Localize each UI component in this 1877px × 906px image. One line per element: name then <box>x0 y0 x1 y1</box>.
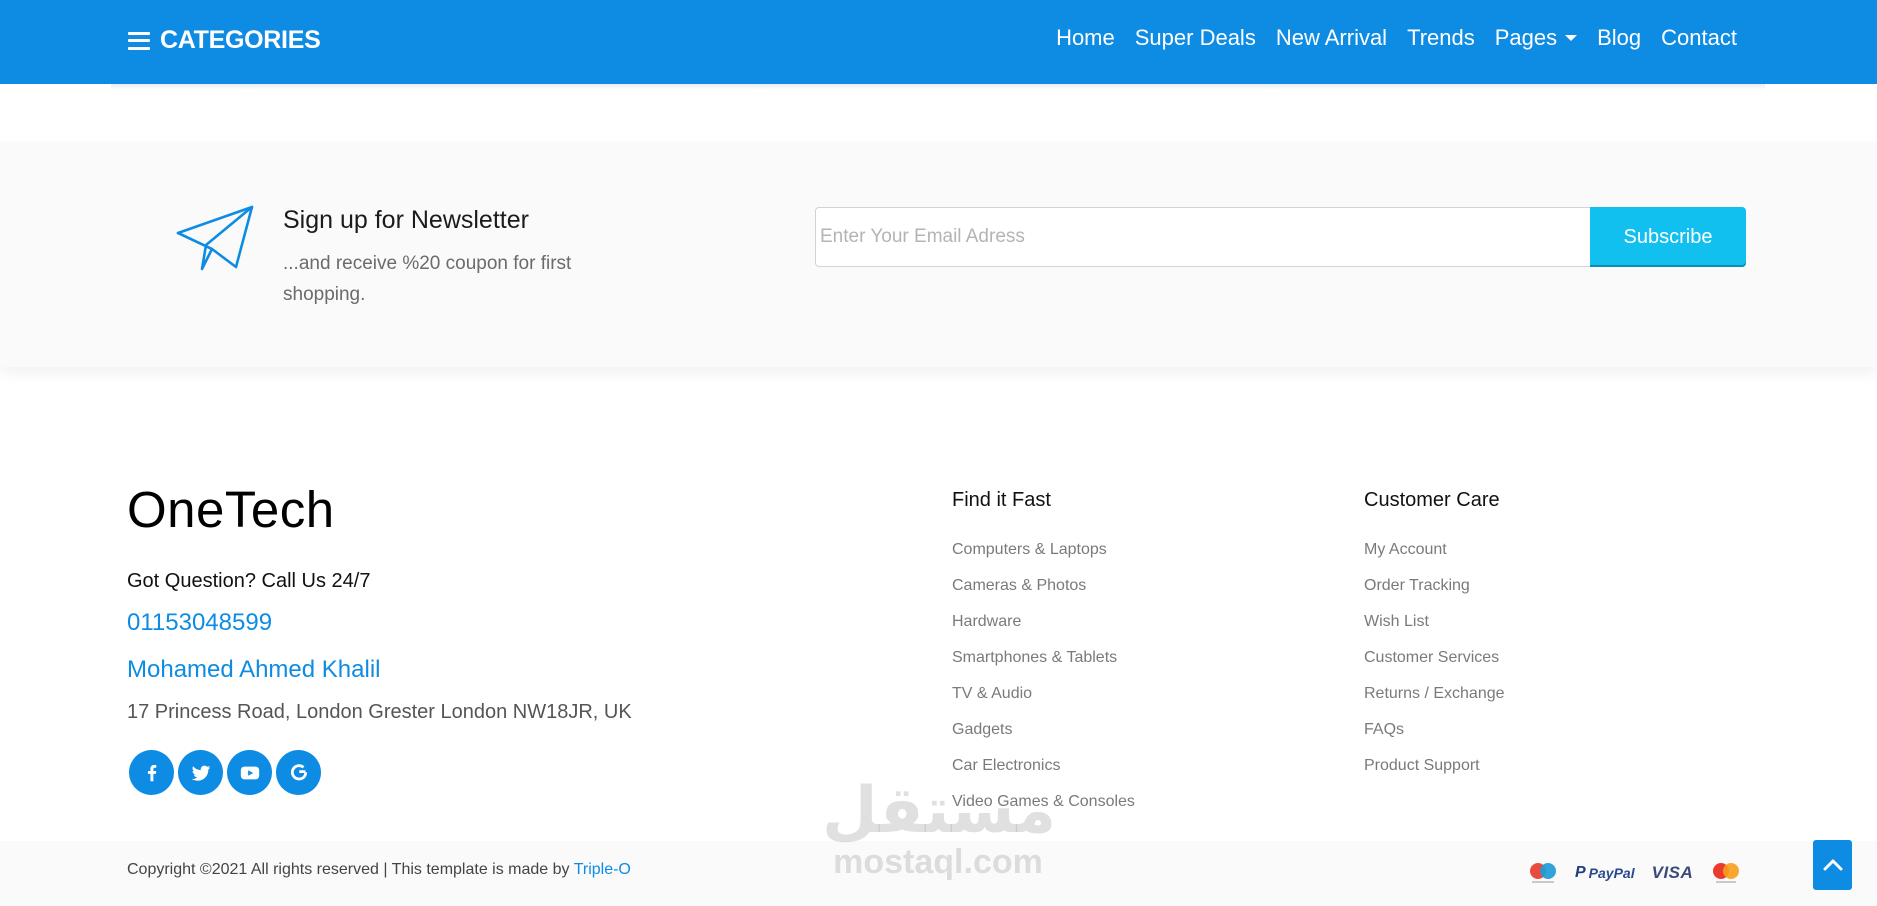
footer-link[interactable]: Returns / Exchange <box>1364 684 1505 720</box>
brand-logo: OneTech <box>127 481 335 538</box>
social-links <box>129 750 325 795</box>
footer-link[interactable]: Car Electronics <box>952 756 1135 792</box>
youtube-button[interactable] <box>227 750 272 795</box>
paypal-icon: P PayPal <box>1575 864 1635 881</box>
footer-link[interactable]: Cameras & Photos <box>952 576 1135 612</box>
facebook-button[interactable] <box>129 750 174 795</box>
nav-link-super-deals[interactable]: Super Deals <box>1135 20 1256 56</box>
column-title: Find it Fast <box>952 489 1051 511</box>
footer-link[interactable]: FAQs <box>1364 720 1505 756</box>
footer-link[interactable]: Video Games & Consoles <box>952 792 1135 828</box>
contact-question: Got Question? Call Us 24/7 <box>127 570 371 592</box>
footer-link[interactable]: Hardware <box>952 612 1135 648</box>
mastercard-icon <box>1710 862 1742 884</box>
contact-phone[interactable]: 01153048599 <box>127 609 272 637</box>
nav-link-new-arrival[interactable]: New Arrival <box>1276 20 1387 56</box>
back-to-top-button[interactable] <box>1813 840 1852 890</box>
categories-button[interactable]: CATEGORIES <box>128 26 321 55</box>
navbar-shadow <box>111 84 1765 90</box>
column-title: Customer Care <box>1364 489 1500 511</box>
payment-methods: P PayPal VISA <box>1528 862 1759 884</box>
email-input[interactable] <box>815 207 1590 267</box>
copyright-label: Copyright ©2021 All rights reserved | Th… <box>127 861 574 878</box>
footer-link[interactable]: Customer Services <box>1364 648 1505 684</box>
facebook-icon <box>147 764 156 781</box>
footer-link[interactable]: My Account <box>1364 540 1505 576</box>
footer-link[interactable]: Gadgets <box>952 720 1135 756</box>
caret-down-icon <box>1565 35 1578 41</box>
main-navbar: CATEGORIES Home Super Deals New Arrival … <box>0 0 1877 84</box>
nav-link-pages[interactable]: Pages <box>1494 20 1578 56</box>
google-icon <box>290 763 307 780</box>
chevron-up-icon <box>1823 859 1842 871</box>
hamburger-menu-icon <box>128 31 150 50</box>
google-button[interactable] <box>276 750 321 795</box>
nav-link-trends[interactable]: Trends <box>1407 20 1475 56</box>
paper-plane-icon <box>176 205 254 271</box>
twitter-button[interactable] <box>178 750 223 795</box>
contact-address: 17 Princess Road, London Grester London … <box>127 701 632 723</box>
maestro-icon <box>1528 862 1558 884</box>
nav-link-contact[interactable]: Contact <box>1661 20 1737 56</box>
contact-name: Mohamed Ahmed Khalil <box>127 656 381 683</box>
footer-link[interactable]: Computers & Laptops <box>952 540 1135 576</box>
newsletter-title: Sign up for Newsletter <box>283 206 529 234</box>
copyright-text: Copyright ©2021 All rights reserved | Th… <box>127 861 631 879</box>
author-link[interactable]: Triple-O <box>574 861 631 878</box>
nav-link-pages-label: Pages <box>1494 25 1558 50</box>
footer-link[interactable]: Order Tracking <box>1364 576 1505 612</box>
twitter-icon <box>191 765 210 781</box>
newsletter-form: Subscribe <box>815 207 1746 267</box>
newsletter-subtitle: ...and receive %20 coupon for first shop… <box>283 253 572 305</box>
find-it-fast-column: Find it Fast Computers & Laptops Cameras… <box>952 488 1135 828</box>
footer-link[interactable]: TV & Audio <box>952 684 1135 720</box>
footer-link[interactable]: Product Support <box>1364 756 1505 792</box>
categories-label: CATEGORIES <box>160 26 321 54</box>
visa-icon: VISA <box>1651 863 1694 882</box>
nav-link-home[interactable]: Home <box>1056 20 1115 56</box>
footer-link[interactable]: Wish List <box>1364 612 1505 648</box>
main-menu: Home Super Deals New Arrival Trends Page… <box>1036 20 1737 56</box>
nav-link-blog[interactable]: Blog <box>1597 20 1641 56</box>
subscribe-button[interactable]: Subscribe <box>1590 207 1746 267</box>
customer-care-column: Customer Care My Account Order Tracking … <box>1364 488 1505 792</box>
footer-link[interactable]: Smartphones & Tablets <box>952 648 1135 684</box>
youtube-icon <box>240 766 259 779</box>
